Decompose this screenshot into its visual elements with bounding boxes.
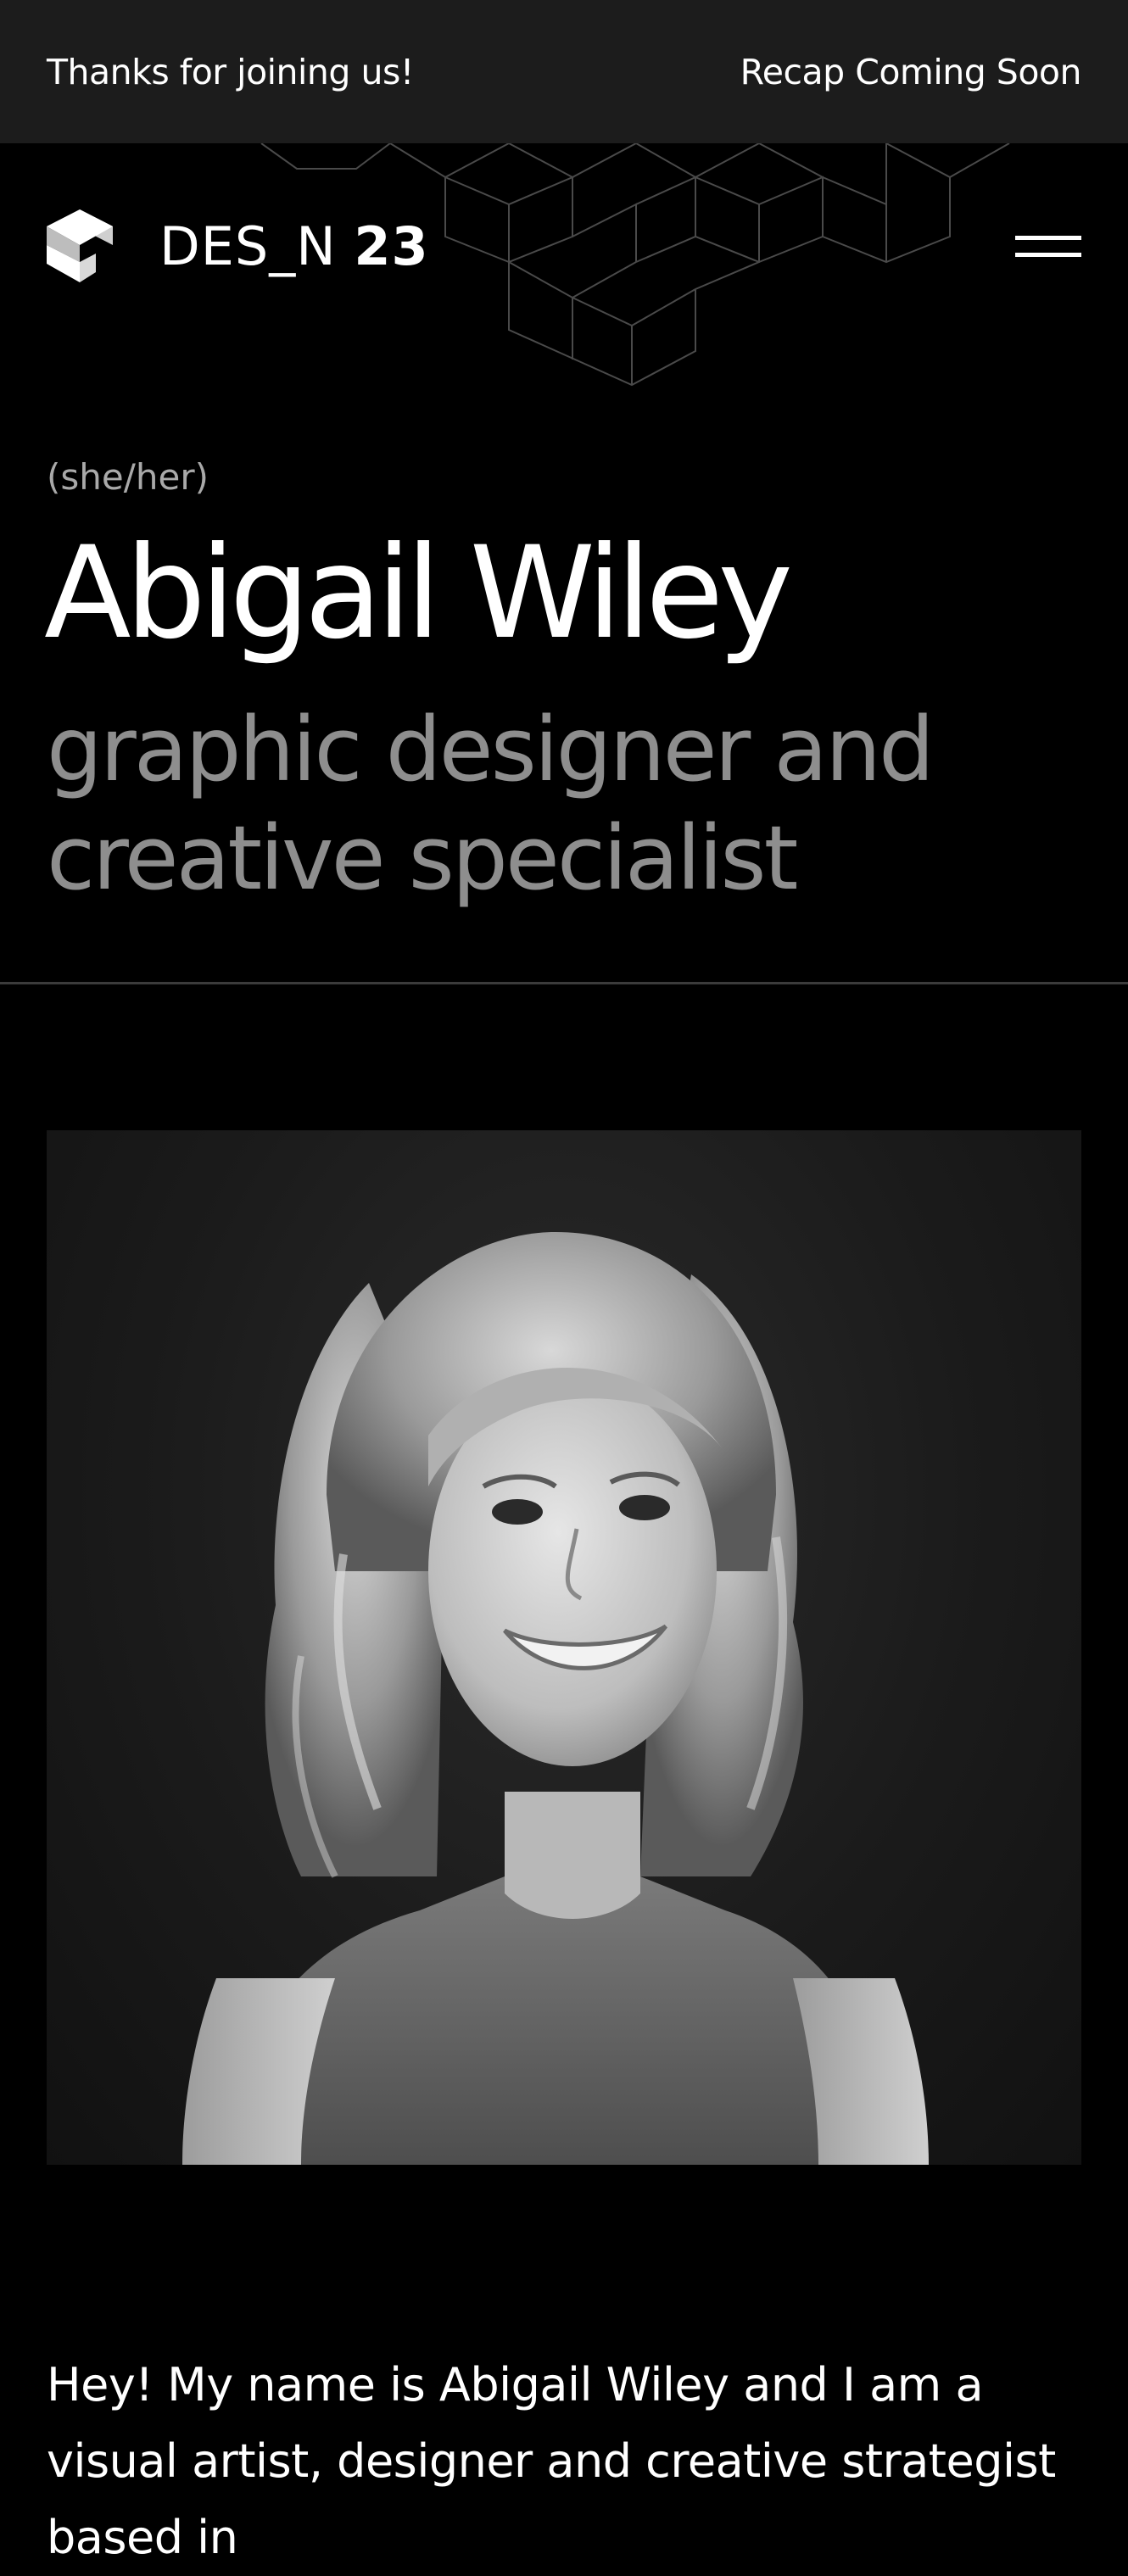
recap-coming-soon-link[interactable]: Recap Coming Soon <box>740 52 1082 92</box>
page-title: Abigail Wiley <box>44 520 793 667</box>
bio-paragraph: Hey! My name is Abigail Wiley and I am a… <box>47 2358 1056 2564</box>
section-divider <box>0 982 1128 984</box>
profile-photo <box>47 1130 1081 2165</box>
brand-text: DES_N <box>159 215 337 277</box>
portrait-illustration <box>182 1232 929 2165</box>
brand-number: 23 <box>354 215 429 277</box>
brand-wordmark: DES_N 23 <box>159 215 429 277</box>
hamburger-menu-icon[interactable] <box>1015 229 1081 263</box>
brand-home-link[interactable]: DES_N 23 <box>47 209 429 282</box>
announcement-thanks: Thanks for joining us! <box>47 51 414 92</box>
site-header: DES_N 23 <box>47 204 1081 288</box>
isometric-cube-logo-icon <box>47 209 113 282</box>
announcement-bar: Thanks for joining us! Recap Coming Soon <box>0 0 1128 143</box>
pronouns: (she/her) <box>47 456 209 498</box>
role-subtitle: graphic designer and creative specialist <box>47 698 935 910</box>
